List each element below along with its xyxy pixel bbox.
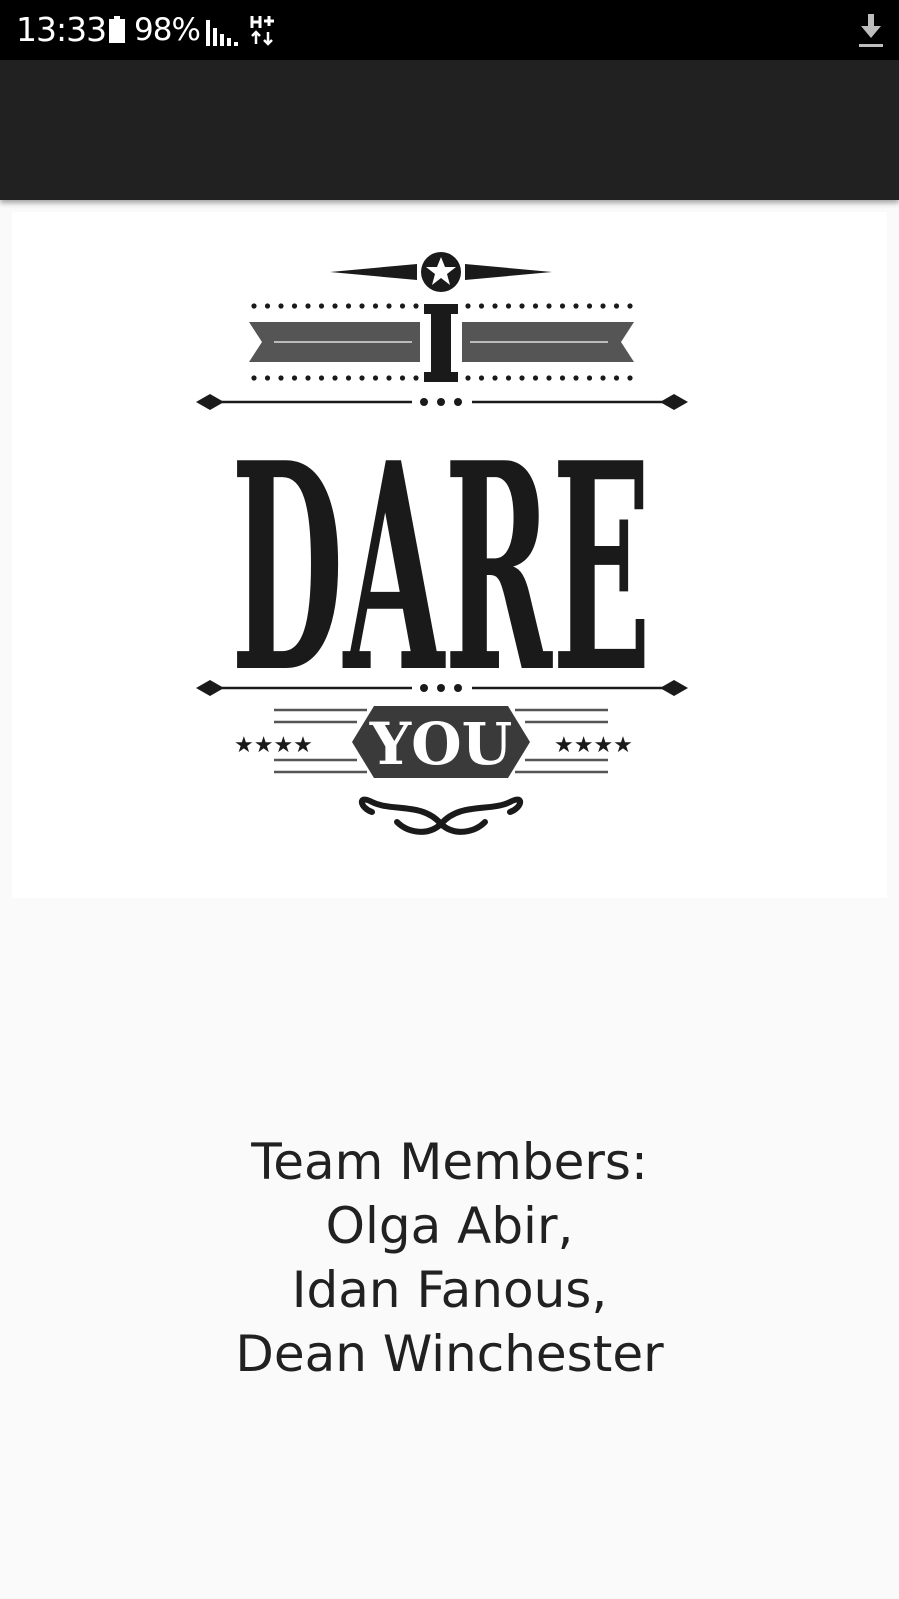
logo-dot (505, 375, 512, 381)
logo-dot (372, 375, 379, 381)
logo-dot (413, 375, 419, 381)
team-members-text: Team Members: Olga Abir, Idan Fanous, De… (0, 1130, 899, 1386)
star-ornament (330, 252, 552, 292)
team-heading: Team Members: (251, 1133, 648, 1191)
right-stars: ★★★★ (554, 733, 633, 758)
logo-dot (505, 303, 512, 309)
team-member: Idan Fanous, (291, 1261, 608, 1319)
logo-dot (492, 303, 498, 309)
logo-dot (573, 303, 579, 309)
logo-dot (332, 303, 338, 309)
logo-dot (573, 375, 579, 381)
logo-dot (305, 303, 311, 309)
logo-dot (559, 303, 566, 309)
logo-dot (413, 303, 419, 309)
logo-dot (532, 303, 539, 309)
logo-dot (600, 375, 606, 381)
logo-dot (251, 375, 257, 381)
logo-dot (519, 303, 525, 309)
team-member: Dean Winchester (235, 1325, 664, 1383)
status-bar: 13:33 98% (0, 0, 899, 60)
logo-dot (278, 375, 284, 381)
logo-dot (386, 303, 392, 309)
logo-bottom-word: YOU (369, 710, 513, 778)
logo-dot (386, 375, 392, 381)
left-stars: ★★★★ (234, 733, 313, 758)
logo-dot (600, 303, 606, 309)
logo-dot (559, 375, 566, 381)
logo-dot (532, 375, 539, 381)
logo-dot (251, 303, 257, 309)
logo-dot (264, 303, 271, 309)
logo-dot (613, 375, 620, 381)
logo-dot (465, 375, 471, 381)
logo-dot (318, 303, 325, 309)
status-time: 13:33 (16, 10, 107, 49)
flourish-ornament (358, 796, 524, 835)
logo-dot (332, 375, 338, 381)
logo-dot (291, 303, 298, 309)
logo-dot (586, 375, 593, 381)
logo-dot (546, 303, 552, 309)
download-icon (859, 14, 883, 47)
logo-image: DARE YOU ★★★★ ★★★★ (196, 252, 688, 835)
logo-dot (613, 303, 620, 309)
svg-text:★★★★: ★★★★ (554, 733, 633, 758)
signal-icon (206, 20, 238, 46)
letter-i (424, 304, 458, 382)
logo-dot (305, 375, 311, 381)
logo-dot (399, 375, 406, 381)
logo-dot (478, 303, 485, 309)
logo-dot (627, 303, 633, 309)
logo-dot (519, 375, 525, 381)
svg-text:★★★★: ★★★★ (234, 733, 313, 758)
logo-dot (399, 303, 406, 309)
logo-dot (359, 303, 365, 309)
app-screen: 13:33 98% DARE YOU ★★★★ ★★★★ Team Member… (0, 0, 899, 1599)
team-member: Olga Abir, (325, 1197, 574, 1255)
logo-dot (359, 375, 365, 381)
logo-dot (278, 303, 284, 309)
logo-dot (627, 375, 633, 381)
network-h-plus-icon (250, 16, 274, 46)
logo-dot (291, 375, 298, 381)
logo-dot (465, 303, 471, 309)
battery-icon (109, 16, 125, 43)
i-dare-you-logo: DARE YOU ★★★★ ★★★★ (12, 212, 887, 898)
app-bar (0, 60, 899, 200)
logo-dot (318, 375, 325, 381)
logo-dot (478, 375, 485, 381)
logo-dot (372, 303, 379, 309)
logo-dot (492, 375, 498, 381)
status-battery-percent: 98% (134, 12, 201, 48)
logo-dot (345, 375, 352, 381)
logo-dot (264, 375, 271, 381)
logo-dot (546, 375, 552, 381)
logo-dot (345, 303, 352, 309)
logo-dot (586, 303, 593, 309)
